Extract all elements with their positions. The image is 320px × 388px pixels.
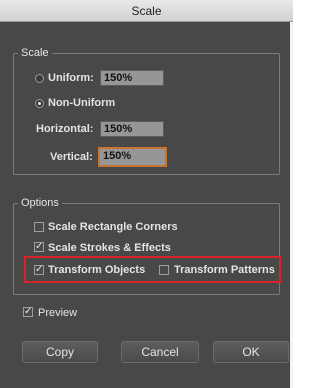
options-legend: Options [18,197,62,209]
uniform-field[interactable]: 150% [100,70,164,86]
transform-objects-checkbox[interactable]: ✓ [34,265,44,275]
copy-button[interactable]: Copy [22,341,98,363]
vertical-field[interactable]: 150% [99,148,166,166]
scale-legend: Scale [18,47,52,59]
window-title: Scale [0,0,293,22]
preview-label[interactable]: Preview [38,306,77,320]
scale-strokes-checkbox[interactable]: ✓ [34,242,44,252]
uniform-radio[interactable] [35,74,44,83]
scale-strokes-label[interactable]: Scale Strokes & Effects [48,241,171,255]
horizontal-label: Horizontal: [36,123,94,135]
scale-rect-corners-label[interactable]: Scale Rectangle Corners [48,220,178,234]
transform-patterns-checkbox[interactable] [159,265,169,275]
nonuniform-label[interactable]: Non-Uniform [48,96,115,110]
nonuniform-radio[interactable] [35,99,44,108]
preview-checkbox[interactable]: ✓ [23,307,33,317]
transform-objects-label[interactable]: Transform Objects [48,263,145,277]
horizontal-field[interactable]: 150% [100,121,164,137]
transform-patterns-label[interactable]: Transform Patterns [174,263,275,277]
background-edge [290,22,293,388]
uniform-label[interactable]: Uniform: [48,71,94,85]
scale-rect-corners-checkbox[interactable] [34,222,44,232]
cancel-button[interactable]: Cancel [121,341,199,363]
vertical-label: Vertical: [50,151,93,163]
ok-button[interactable]: OK [213,341,289,363]
